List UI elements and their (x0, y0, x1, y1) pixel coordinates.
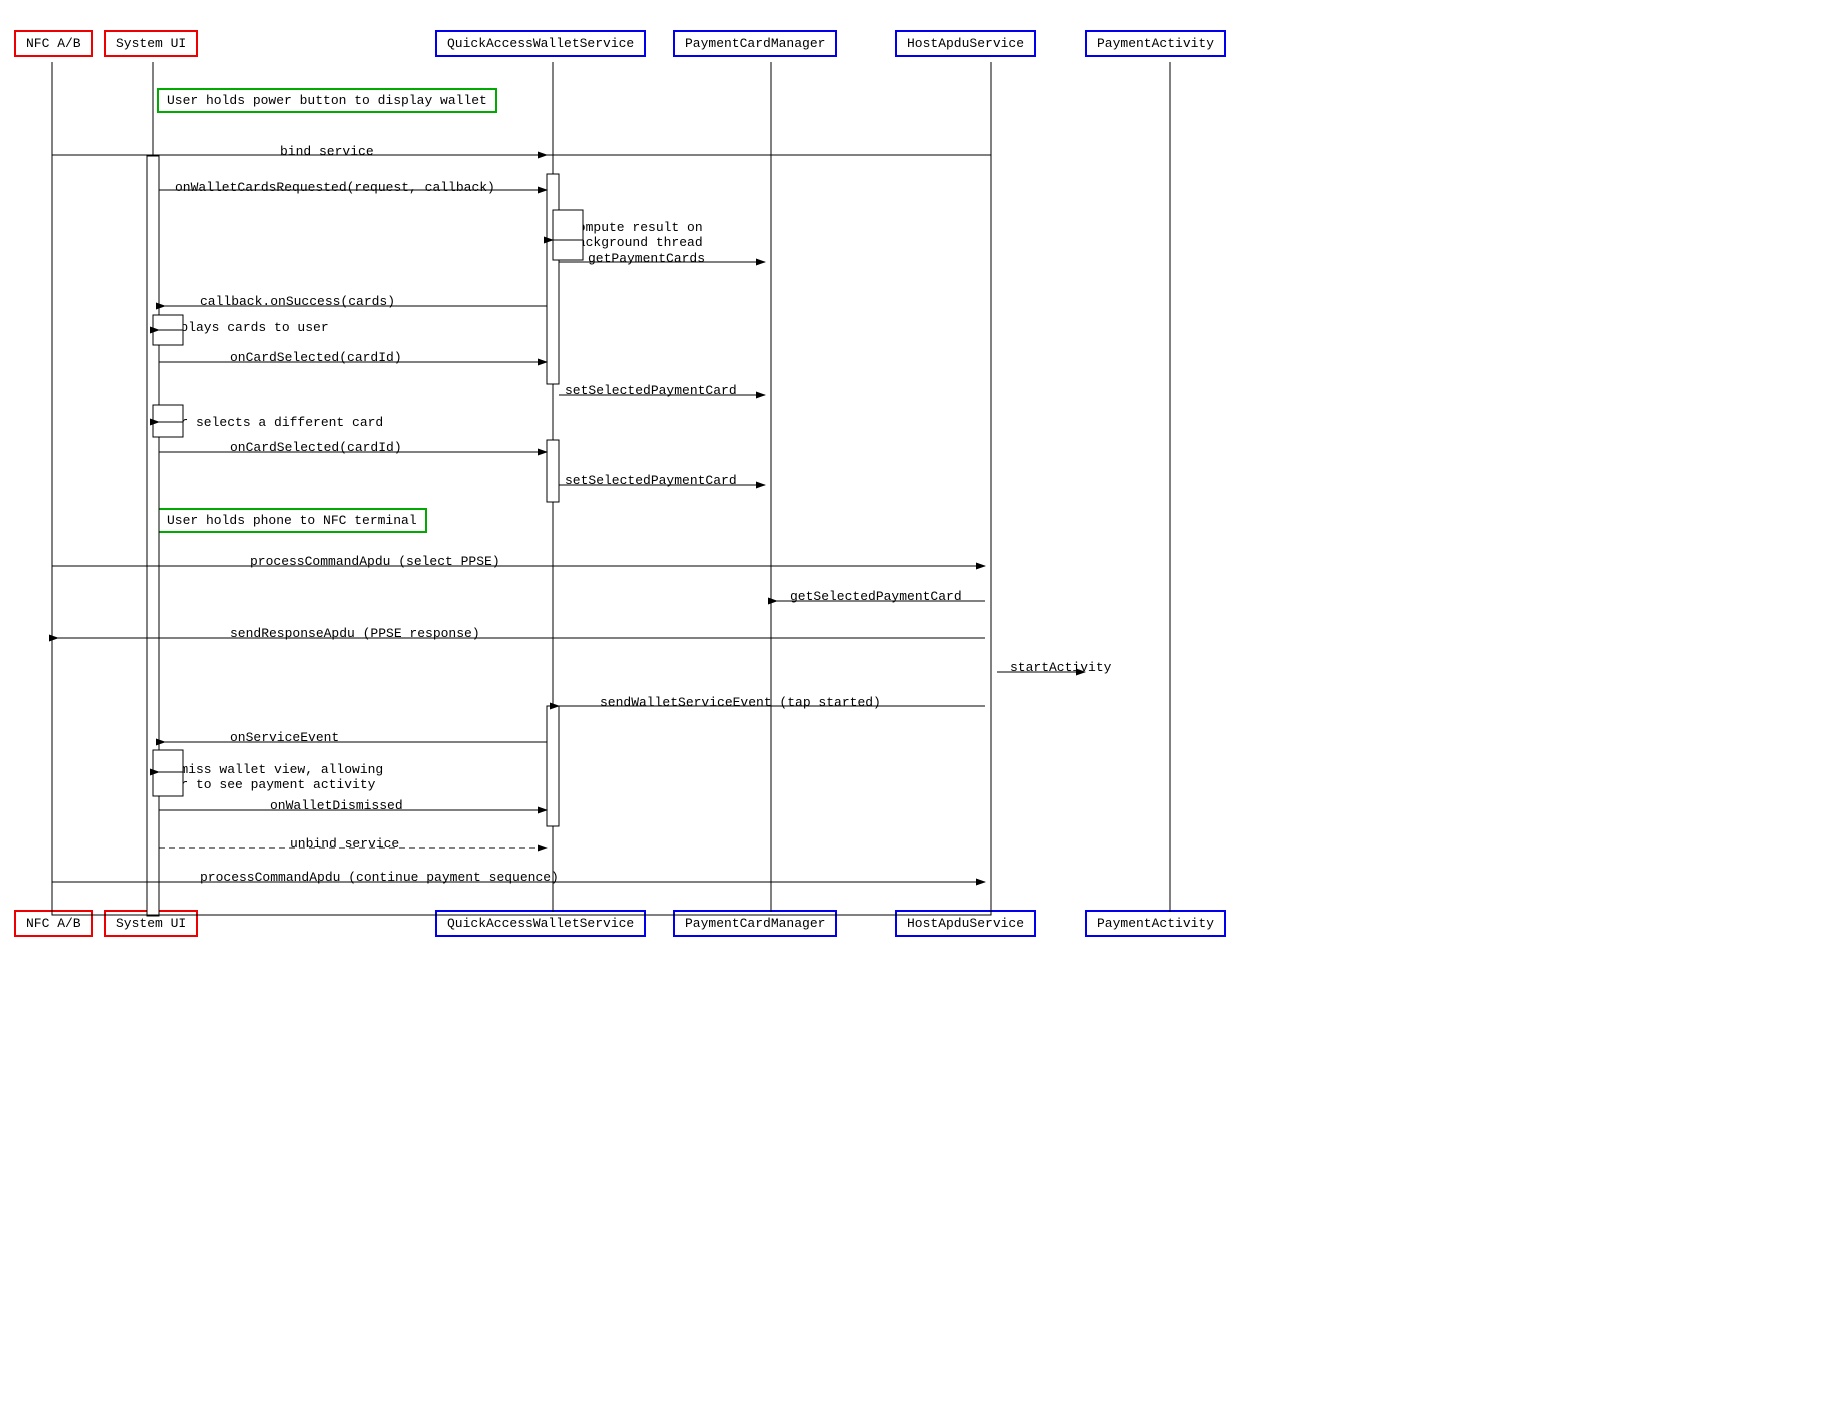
actor-nfc-bottom: NFC A/B (14, 910, 93, 937)
actor-nfc-top: NFC A/B (14, 30, 93, 57)
actor-sysui-bottom: System UI (104, 910, 198, 937)
actor-pcm-bottom: PaymentCardManager (673, 910, 837, 937)
actor-hapdu-top: HostApduService (895, 30, 1036, 57)
note-power-button: User holds power button to display walle… (157, 88, 497, 113)
label-displays-cards: displays cards to user (157, 320, 329, 335)
note-nfc-terminal: User holds phone to NFC terminal (157, 508, 427, 533)
label-unbind: unbind service (290, 836, 399, 851)
label-startactivity: startActivity (1010, 660, 1111, 675)
label-onwalletcards: onWalletCardsRequested(request, callback… (175, 180, 495, 195)
actor-sysui-top: System UI (104, 30, 198, 57)
label-setselected1: setSelectedPaymentCard (565, 383, 737, 398)
label-dismiss-wallet: dismiss wallet view, allowinguser to see… (157, 762, 383, 792)
actor-hapdu-bottom: HostApduService (895, 910, 1036, 937)
label-onwalletdismissed: onWalletDismissed (270, 798, 403, 813)
label-oncardselected2: onCardSelected(cardId) (230, 440, 402, 455)
label-getselected: getSelectedPaymentCard (790, 589, 962, 604)
actor-qaws-top: QuickAccessWalletService (435, 30, 646, 57)
label-getpaymentcards: getPaymentCards (588, 251, 705, 266)
label-sendresponse: sendResponseApdu (PPSE response) (230, 626, 480, 641)
label-onserviceevent: onServiceEvent (230, 730, 339, 745)
actor-pa-top: PaymentActivity (1085, 30, 1226, 57)
actor-qaws-bottom: QuickAccessWalletService (435, 910, 646, 937)
label-oncardselected1: onCardSelected(cardId) (230, 350, 402, 365)
label-setselected2: setSelectedPaymentCard (565, 473, 737, 488)
label-user-selects: user selects a different card (157, 415, 383, 430)
label-bind-service: bind service (280, 144, 374, 159)
actor-pa-bottom: PaymentActivity (1085, 910, 1226, 937)
label-processcommand1: processCommandApdu (select PPSE) (250, 554, 500, 569)
label-compute: compute result onbackground thread (570, 220, 703, 250)
label-callback-success: callback.onSuccess(cards) (200, 294, 395, 309)
sequence-diagram: NFC A/B System UI QuickAccessWalletServi… (0, 0, 1845, 1424)
label-sendwallet: sendWalletServiceEvent (tap started) (600, 695, 881, 710)
diagram-arrows (0, 0, 1845, 1424)
label-processcommand2: processCommandApdu (continue payment seq… (200, 870, 559, 885)
actor-pcm-top: PaymentCardManager (673, 30, 837, 57)
